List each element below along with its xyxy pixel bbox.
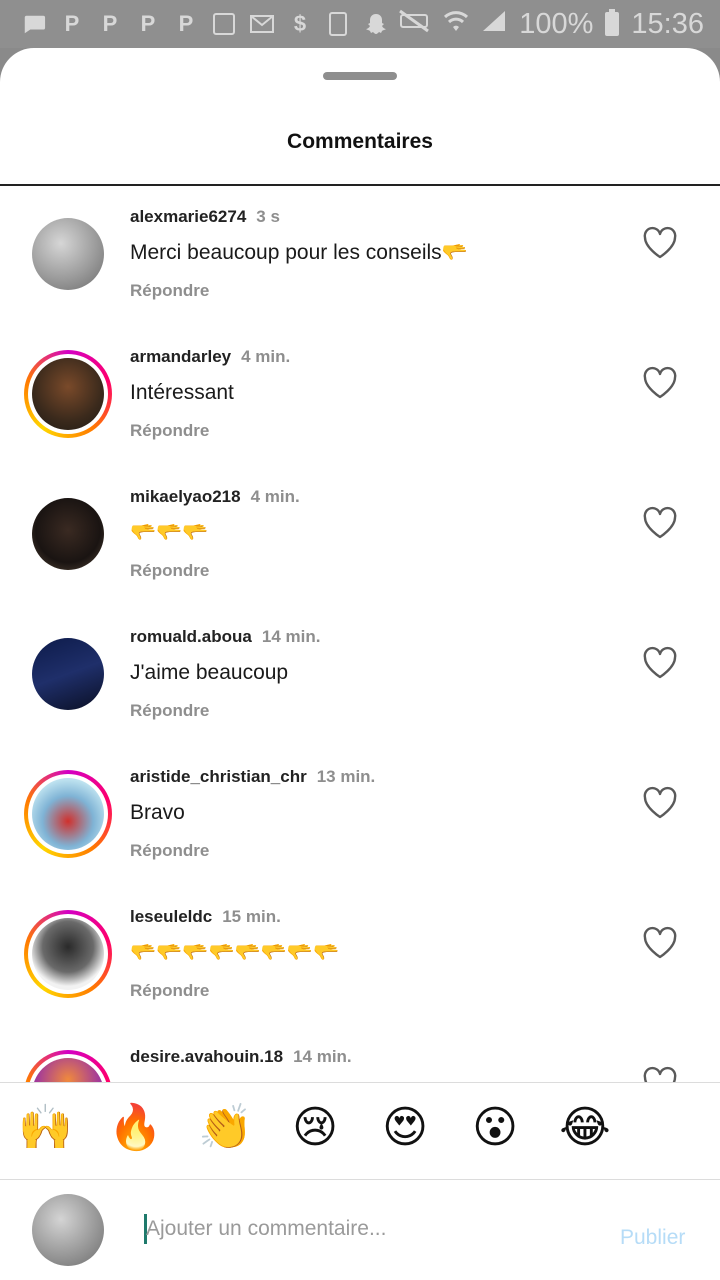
comment-composer: Publier xyxy=(0,1180,720,1280)
heart-icon[interactable] xyxy=(642,366,678,400)
reply-button[interactable]: Répondre xyxy=(130,561,209,581)
comment-item: alexmarie6274 3 s Merci beaucoup pour les… xyxy=(0,186,720,326)
parking-icon: P xyxy=(140,11,156,36)
comment-item: desire.avahouin.18 14 min. xyxy=(0,1026,720,1082)
quick-emoji-bar: 🙌 🔥 👏 😢 😍 😮 😂 xyxy=(0,1083,720,1178)
notification-icons: P P P P $ xyxy=(22,11,388,37)
battery-100-icon xyxy=(326,11,350,37)
comment-item: romuald.aboua 14 min. J'aime beaucoup Rép… xyxy=(0,606,720,746)
image-icon xyxy=(212,11,236,37)
comment-time: 4 min. xyxy=(241,347,291,366)
comment-input[interactable] xyxy=(146,1210,576,1248)
comment-time: 14 min. xyxy=(293,1047,352,1066)
dollar-icon: $ xyxy=(293,11,307,36)
reply-button[interactable]: Répondre xyxy=(130,421,209,441)
comment-username[interactable]: alexmarie6274 3 s xyxy=(130,207,280,227)
comments-list[interactable]: alexmarie6274 3 s Merci beaucoup pour les… xyxy=(0,186,720,1082)
signal-icon xyxy=(481,8,507,41)
reply-button[interactable]: Répondre xyxy=(130,701,209,721)
mail-icon xyxy=(250,11,274,37)
heart-icon[interactable] xyxy=(642,786,678,820)
current-user-avatar xyxy=(32,1194,104,1266)
sheet-title: Commentaires xyxy=(287,130,433,153)
battery-icon xyxy=(605,9,620,36)
clapping-hands-emoji[interactable]: 👏 xyxy=(198,1101,253,1155)
comment-text: Intéressant xyxy=(130,381,234,404)
comment-text: Merci beaucoup pour les conseils🫳 xyxy=(130,241,468,264)
comment-text: 🫳🫳🫳🫳🫳🫳🫳🫳 xyxy=(130,941,340,964)
comment-username[interactable]: armandarley 4 min. xyxy=(130,347,290,367)
comment-item: armandarley 4 min. Intéressant Répondre xyxy=(0,326,720,466)
comment-text: J'aime beaucoup xyxy=(130,661,289,684)
raised-hands-emoji[interactable]: 🙌 xyxy=(18,1101,73,1155)
status-bar: P P P P $ 100% 15:36 xyxy=(0,0,720,48)
parking-icon: P xyxy=(64,11,80,36)
comment-username[interactable]: leseuleldc 15 min. xyxy=(130,907,281,927)
comments-sheet: Commentaires alexmarie6274 3 s Merci beau… xyxy=(0,48,720,1280)
battery-percent: 100% xyxy=(519,7,594,40)
comment-username[interactable]: mikaelyao218 4 min. xyxy=(130,487,300,507)
fire-emoji[interactable]: 🔥 xyxy=(108,1101,163,1155)
heart-icon[interactable] xyxy=(642,226,678,260)
comment-time: 14 min. xyxy=(261,627,321,646)
parking-icon: P xyxy=(178,11,194,36)
comment-time: 4 min. xyxy=(250,487,300,506)
comment-item: leseuleldc 15 min. 🫳🫳🫳🫳🫳🫳🫳🫳 Répondre xyxy=(0,886,720,1026)
avatar[interactable] xyxy=(24,910,112,998)
drag-handle[interactable] xyxy=(323,72,397,80)
message-icon xyxy=(22,11,46,37)
reply-button[interactable]: Répondre xyxy=(130,841,209,861)
comment-time: 13 min. xyxy=(316,767,376,786)
wifi-icon xyxy=(443,8,469,41)
avatar[interactable] xyxy=(24,210,112,298)
avatar[interactable] xyxy=(24,630,112,718)
comment-username[interactable]: desire.avahouin.18 14 min. xyxy=(130,1047,352,1067)
parking-icon: P xyxy=(102,11,118,36)
avatar[interactable] xyxy=(24,770,112,858)
heart-icon[interactable] xyxy=(642,926,678,960)
reply-button[interactable]: Répondre xyxy=(130,281,209,301)
mute-icon xyxy=(397,8,431,41)
comment-text: Bravo xyxy=(130,801,185,824)
comment-username[interactable]: aristide_christian_chr 13 min. xyxy=(130,767,375,787)
avatar[interactable] xyxy=(24,350,112,438)
crying-face-emoji[interactable]: 😢 xyxy=(288,1101,342,1155)
avatar[interactable] xyxy=(24,1050,112,1082)
snapchat-icon xyxy=(364,11,388,37)
heart-icon[interactable] xyxy=(642,646,678,680)
avatar[interactable] xyxy=(24,490,112,578)
comment-item: mikaelyao218 4 min. 🫳🫳🫳 Répondre xyxy=(0,466,720,606)
reply-button[interactable]: Répondre xyxy=(130,981,209,1001)
heart-eyes-emoji[interactable]: 😍 xyxy=(378,1101,432,1155)
tears-of-joy-emoji[interactable]: 😂 xyxy=(558,1101,612,1155)
heart-icon[interactable] xyxy=(642,1066,678,1082)
publish-button[interactable]: Publier xyxy=(620,1226,685,1250)
system-status: 100% 15:36 xyxy=(397,8,704,41)
comment-item: aristide_christian_chr 13 min. Bravo Répo… xyxy=(0,746,720,886)
comment-username[interactable]: romuald.aboua 14 min. xyxy=(130,627,320,647)
comment-text: 🫳🫳🫳 xyxy=(130,521,209,544)
heart-icon[interactable] xyxy=(642,506,678,540)
comment-time: 3 s xyxy=(256,207,280,226)
clock: 15:36 xyxy=(631,7,704,40)
comment-time: 15 min. xyxy=(222,907,281,926)
surprised-face-emoji[interactable]: 😮 xyxy=(468,1101,522,1155)
